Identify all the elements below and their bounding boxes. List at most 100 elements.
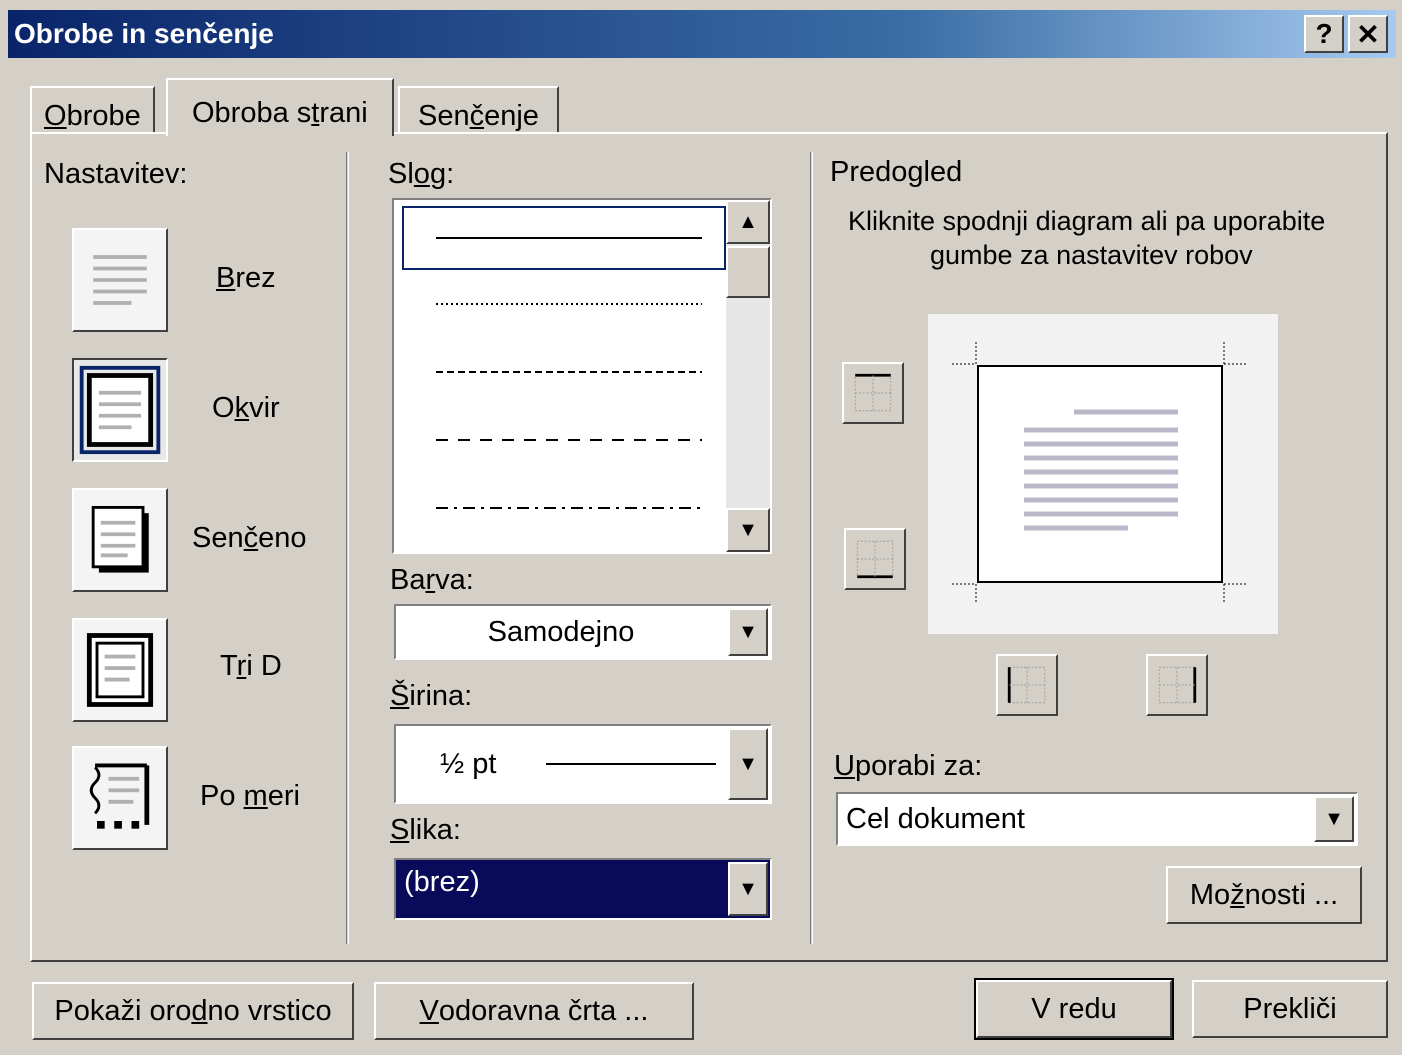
- chevron-down-icon[interactable]: ▼: [1314, 796, 1354, 842]
- setting-box-accel: k: [234, 392, 250, 424]
- apply-to-heading-accel: U: [834, 750, 855, 782]
- style-heading-rest: g:: [429, 158, 455, 190]
- setting-custom-pre: Po: [200, 780, 244, 812]
- options-button-pre: Mo: [1189, 878, 1231, 911]
- setting-three-d-pre: T: [220, 650, 237, 682]
- setting-none-accel: B: [216, 262, 236, 294]
- apply-to-heading-rest: porabi za:: [854, 750, 983, 782]
- setting-custom-accel: m: [243, 780, 268, 812]
- show-toolbar-button-pre: Pokaži oro: [54, 994, 192, 1027]
- custom-setting-icon[interactable]: [72, 746, 168, 850]
- options-button[interactable]: Mo ž nosti ...: [1166, 866, 1362, 924]
- settings-heading: Nastavitev:: [44, 158, 188, 190]
- art-heading-rest: lika:: [409, 814, 461, 846]
- scroll-down-icon[interactable]: ▼: [726, 508, 770, 552]
- setting-custom-rest: eri: [267, 780, 300, 812]
- bottom-border-icon[interactable]: [844, 528, 906, 590]
- apply-to-value: Cel dokument: [846, 802, 1025, 835]
- left-border-icon[interactable]: [996, 654, 1058, 716]
- color-value: Samodejno: [487, 615, 635, 648]
- width-heading-accel: Š: [390, 680, 410, 712]
- style-heading-pre: Sl: [388, 158, 414, 190]
- style-option-solid[interactable]: [402, 206, 726, 270]
- tab-shading-accel: č: [469, 100, 485, 132]
- tab-page-border-rest: rani: [319, 97, 368, 129]
- style-heading-accel: o: [413, 158, 430, 190]
- preview-instructions-line2: gumbe za nastavitev robov: [930, 240, 1253, 270]
- style-option-dotted[interactable]: [402, 272, 726, 336]
- setting-box-label[interactable]: Okvir: [212, 392, 280, 425]
- style-scrollbar[interactable]: ▲ ▼: [726, 200, 770, 552]
- setting-three-d-rest: i D: [246, 650, 282, 682]
- setting-none-rest: rez: [235, 262, 276, 294]
- color-dropdown[interactable]: Samodejno ▼: [394, 604, 772, 660]
- width-value: ½ pt: [440, 747, 497, 780]
- box-setting-icon[interactable]: [72, 358, 168, 462]
- width-heading-rest: irina:: [409, 680, 473, 712]
- style-option-dash-dot[interactable]: [402, 476, 726, 540]
- tab-shading-rest: enje: [484, 100, 539, 132]
- options-button-accel: ž: [1230, 878, 1245, 911]
- style-heading: Slog:: [388, 158, 454, 191]
- cancel-button[interactable]: Prekliči: [1192, 980, 1388, 1038]
- title-bar: Obrobe in senčenje ? ✕: [8, 10, 1396, 58]
- setting-three-d-accel: r: [236, 650, 247, 682]
- shadow-setting-icon[interactable]: [72, 488, 168, 592]
- preview-heading: Predogled: [830, 156, 963, 188]
- tab-borders-rest: brobe: [66, 100, 141, 132]
- tab-borders[interactable]: Obrobe: [30, 86, 155, 134]
- art-dropdown[interactable]: (brez) ▼: [394, 858, 772, 920]
- tab-page-border-pre: Obroba s: [192, 97, 312, 129]
- three-d-setting-icon[interactable]: [72, 618, 168, 722]
- tab-page-border[interactable]: Obroba strani: [166, 78, 394, 136]
- scroll-up-icon[interactable]: ▲: [726, 200, 770, 244]
- art-heading: Slika:: [390, 814, 461, 847]
- show-toolbar-button-rest: no vrstico: [207, 994, 332, 1027]
- setting-three-d-label[interactable]: Tri D: [220, 650, 282, 683]
- separator-right: [810, 152, 813, 944]
- show-toolbar-button[interactable]: Pokaži oro d no vrstico: [32, 982, 354, 1040]
- color-heading-pre: Ba: [390, 564, 426, 596]
- options-button-rest: nosti ...: [1244, 878, 1339, 911]
- horizontal-line-button-accel: V: [419, 994, 439, 1027]
- setting-shadow-pre: Sen: [192, 522, 244, 554]
- setting-shadow-accel: č: [243, 522, 259, 554]
- color-heading-accel: r: [425, 564, 436, 596]
- style-listbox[interactable]: ▲ ▼: [392, 198, 772, 554]
- art-heading-accel: S: [390, 814, 410, 846]
- none-setting-icon[interactable]: [72, 228, 168, 332]
- setting-box-rest: vir: [249, 392, 280, 424]
- apply-to-dropdown[interactable]: Cel dokument ▼: [836, 792, 1358, 846]
- ok-button[interactable]: V redu: [974, 978, 1174, 1040]
- preview-instructions-line1: Kliknite spodnji diagram ali pa uporabit…: [848, 206, 1326, 236]
- style-option-dashed-large[interactable]: [402, 408, 726, 472]
- color-heading-rest: va:: [435, 564, 474, 596]
- width-heading: Širina:: [390, 680, 472, 713]
- window-title: Obrobe in senčenje: [14, 18, 274, 49]
- help-button[interactable]: ?: [1304, 15, 1344, 53]
- preview-diagram[interactable]: [928, 314, 1278, 634]
- top-border-icon[interactable]: [842, 362, 904, 424]
- chevron-down-icon[interactable]: ▼: [728, 862, 768, 916]
- style-option-dashed-small[interactable]: [402, 340, 726, 404]
- chevron-down-icon[interactable]: ▼: [728, 728, 768, 800]
- horizontal-line-button[interactable]: Vodoravna črta ...: [374, 982, 694, 1040]
- setting-shadow-rest: eno: [258, 522, 307, 554]
- right-border-icon[interactable]: [1146, 654, 1208, 716]
- horizontal-line-button-rest: odoravna črta ...: [438, 994, 649, 1027]
- tab-shading[interactable]: Senčenje: [398, 86, 559, 134]
- scroll-thumb[interactable]: [726, 246, 770, 298]
- color-heading: Barva:: [390, 564, 474, 597]
- width-dropdown[interactable]: ½ pt ▼: [394, 724, 772, 804]
- setting-shadow-label[interactable]: Senčeno: [192, 522, 307, 555]
- art-value: (brez): [404, 866, 480, 898]
- tab-borders-accel: O: [44, 100, 67, 132]
- setting-custom-label[interactable]: Po meri: [200, 780, 300, 813]
- separator-left: [346, 152, 349, 944]
- setting-none-label[interactable]: Brez: [216, 262, 276, 295]
- tab-shading-pre: Sen: [418, 100, 470, 132]
- setting-box-pre: O: [212, 392, 235, 424]
- close-button[interactable]: ✕: [1348, 15, 1388, 53]
- chevron-down-icon[interactable]: ▼: [728, 608, 768, 656]
- show-toolbar-button-accel: d: [191, 994, 208, 1027]
